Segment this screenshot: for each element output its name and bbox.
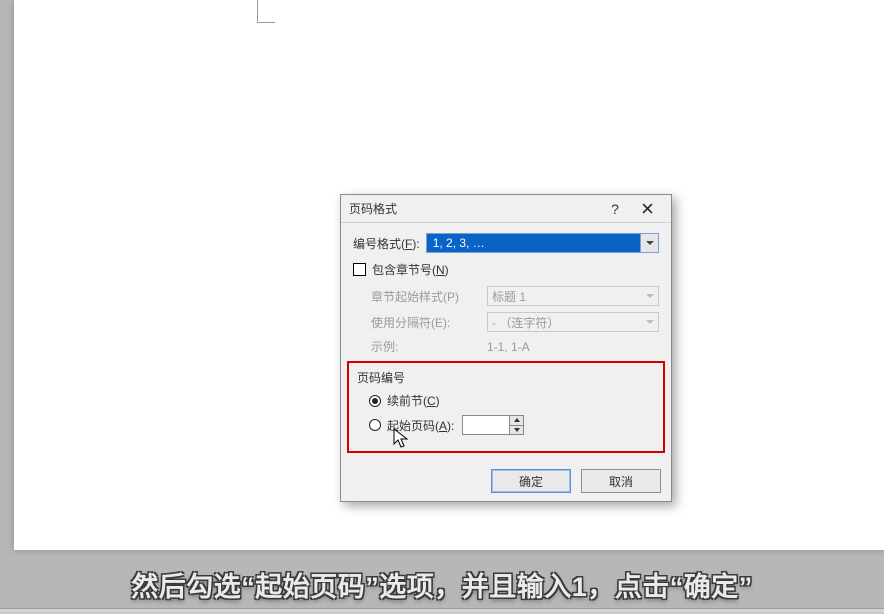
separator-combo: - （连字符） — [487, 312, 659, 332]
separator-label: 使用分隔符(E): — [371, 314, 481, 331]
chevron-up-icon — [514, 418, 520, 422]
instruction-subtitle: 然后勾选“起始页码”选项，并且输入1，点击“确定” — [0, 565, 884, 604]
chapter-start-style-combo: 标题 1 — [487, 286, 659, 306]
separator-value: - （连字符） — [492, 314, 559, 331]
start-at-label: 起始页码(A): — [387, 417, 454, 434]
chevron-down-icon — [646, 294, 654, 298]
page-numbering-group: 页码编号 续前节(C) 起始页码(A): — [347, 361, 665, 453]
page-numbering-title: 页码编号 — [357, 369, 655, 386]
start-at-radio[interactable]: 起始页码(A): — [357, 415, 655, 435]
spin-down-button[interactable] — [510, 425, 523, 435]
spin-up-button[interactable] — [510, 416, 523, 425]
start-at-input[interactable] — [463, 416, 509, 434]
cancel-button[interactable]: 取消 — [581, 469, 661, 493]
number-format-value: 1, 2, 3, … — [427, 234, 640, 252]
number-format-dropdown-button[interactable] — [640, 234, 658, 252]
chevron-down-icon — [514, 428, 520, 432]
page-number-format-dialog: 页码格式 ? 编号格式(F): 1, 2, 3, … 包含章节号(N) 章节起始… — [340, 194, 672, 502]
number-format-row: 编号格式(F): 1, 2, 3, … — [353, 233, 659, 253]
header-margin-guide — [257, 0, 277, 24]
chevron-down-icon — [646, 320, 654, 324]
close-icon — [642, 203, 653, 214]
continue-previous-label: 续前节(C) — [387, 392, 440, 409]
example-row: 示例: 1-1, 1-A — [371, 338, 659, 355]
number-format-label: 编号格式(F): — [353, 235, 420, 252]
close-button[interactable] — [631, 198, 663, 220]
window-bottom-edge — [0, 608, 884, 614]
continue-previous-radio[interactable]: 续前节(C) — [357, 392, 655, 409]
chapter-start-style-row: 章节起始样式(P) 标题 1 — [371, 286, 659, 306]
chapter-start-style-value: 标题 1 — [492, 288, 526, 305]
chevron-down-icon — [646, 241, 654, 245]
number-format-combo[interactable]: 1, 2, 3, … — [426, 233, 659, 253]
start-at-spinner[interactable] — [462, 415, 524, 435]
ok-button[interactable]: 确定 — [491, 469, 571, 493]
include-chapter-number-checkbox[interactable]: 包含章节号(N) — [353, 261, 659, 278]
include-chapter-number-label: 包含章节号(N) — [372, 261, 449, 278]
chapter-start-style-label: 章节起始样式(P) — [371, 288, 481, 305]
checkbox-icon — [353, 263, 366, 276]
radio-icon — [369, 419, 381, 431]
example-value: 1-1, 1-A — [487, 340, 530, 354]
help-button[interactable]: ? — [599, 198, 631, 220]
dialog-title: 页码格式 — [349, 200, 599, 217]
radio-icon — [369, 395, 381, 407]
separator-row: 使用分隔符(E): - （连字符） — [371, 312, 659, 332]
dialog-titlebar: 页码格式 ? — [341, 195, 671, 223]
example-label: 示例: — [371, 338, 481, 355]
